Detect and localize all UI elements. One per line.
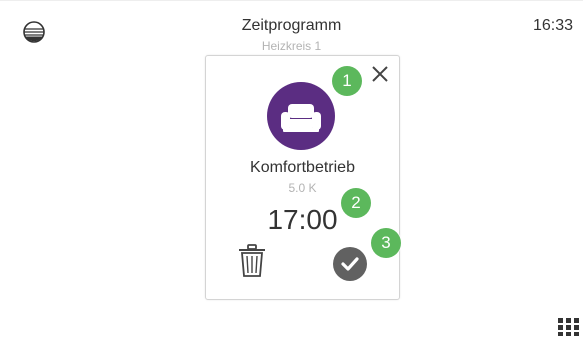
- mode-value: 5.0 K: [288, 181, 317, 195]
- annotation-badge-3: 3: [371, 228, 401, 258]
- close-icon[interactable]: [368, 62, 392, 86]
- time-value[interactable]: 17:00: [205, 202, 400, 238]
- top-border: [0, 0, 583, 1]
- trash-icon[interactable]: [236, 243, 268, 279]
- checkmark-icon[interactable]: [333, 247, 367, 281]
- armchair-icon[interactable]: [267, 82, 335, 150]
- annotation-badge-1: 1: [332, 66, 362, 96]
- grid-menu-icon[interactable]: [558, 318, 579, 336]
- clock: 16:33: [532, 17, 573, 34]
- mode-name: Komfortbetrieb: [250, 159, 355, 176]
- page-title: Zeitprogramm: [241, 17, 342, 34]
- annotation-badge-2: 2: [341, 188, 371, 218]
- page-subtitle: Heizkreis 1: [261, 39, 322, 53]
